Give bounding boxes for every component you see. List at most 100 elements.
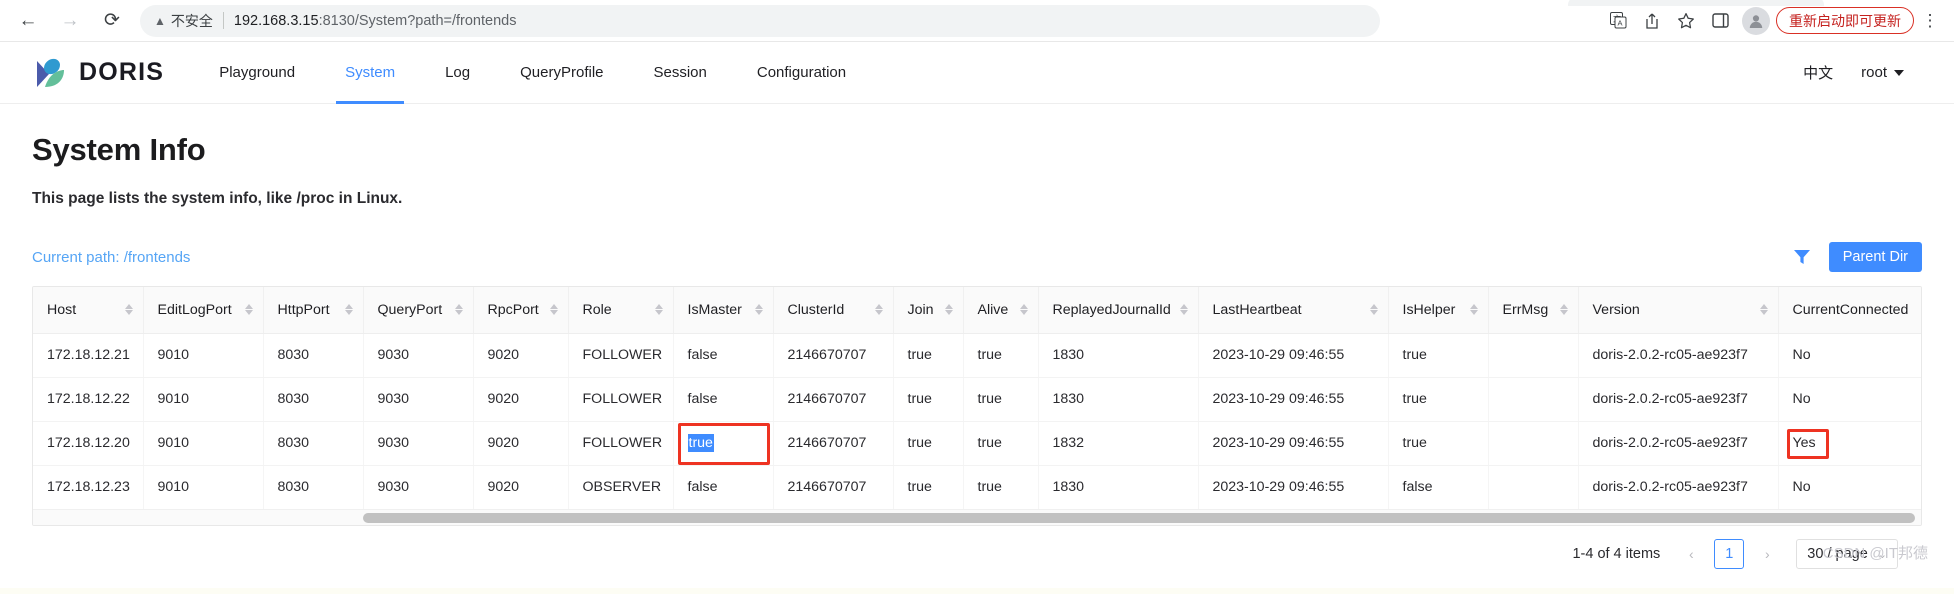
- kebab-menu-icon[interactable]: ⋮: [1916, 5, 1944, 37]
- chevron-left-icon[interactable]: ‹: [1678, 541, 1704, 567]
- column-header-label: IsMaster: [687, 301, 742, 318]
- sort-toggle-icon[interactable]: [1369, 304, 1378, 316]
- cell-version: doris-2.0.2-rc05-ae923f7: [1578, 333, 1779, 378]
- horizontal-scrollbar[interactable]: [33, 509, 1921, 525]
- column-header-label: HttpPort: [277, 301, 330, 318]
- sort-toggle-icon[interactable]: [1019, 304, 1028, 316]
- cell-version: doris-2.0.2-rc05-ae923f7: [1578, 465, 1779, 509]
- table-row: 172.18.12.20 9010 8030 9030 9020 FOLLOWER true…: [33, 421, 1921, 466]
- column-header-version[interactable]: Version: [1578, 287, 1779, 334]
- nav-tab-session[interactable]: Session: [629, 42, 732, 104]
- cell-ishelper: true: [1388, 377, 1489, 422]
- cell-queryport: 9030: [363, 421, 474, 466]
- parent-dir-button[interactable]: Parent Dir: [1828, 242, 1922, 272]
- sort-toggle-icon[interactable]: [754, 304, 763, 316]
- sort-toggle-icon[interactable]: [1469, 304, 1478, 316]
- share-icon[interactable]: [1636, 5, 1668, 37]
- page-number-1[interactable]: 1: [1714, 539, 1745, 569]
- column-header-label: CurrentConnected: [1792, 301, 1909, 318]
- sort-toggle-icon[interactable]: [124, 304, 133, 316]
- sort-toggle-icon[interactable]: [874, 304, 883, 316]
- cell-join: true: [893, 377, 964, 422]
- cell-rpcport: 9020: [473, 421, 569, 466]
- column-header-rpcport[interactable]: RpcPort: [473, 287, 569, 334]
- sort-toggle-icon[interactable]: [244, 304, 253, 316]
- cell-errmsg: [1488, 421, 1579, 466]
- nav-tab-playground[interactable]: Playground: [194, 42, 320, 104]
- nav-tab-system[interactable]: System: [320, 42, 420, 104]
- browser-toolbar: ← → ⟳ ▲ 不安全 192.168.3.15:8130/System?pat…: [0, 0, 1954, 42]
- column-header-ismaster[interactable]: IsMaster: [673, 287, 774, 334]
- side-panel-icon[interactable]: [1704, 5, 1736, 37]
- sort-toggle-icon[interactable]: [1179, 304, 1188, 316]
- cell-replayedjournalid: 1830: [1038, 465, 1199, 509]
- column-header-label: Version: [1592, 301, 1640, 318]
- chevron-right-icon[interactable]: ›: [1754, 541, 1780, 567]
- column-header-replayedjournalid[interactable]: ReplayedJournalId: [1038, 287, 1199, 334]
- filter-funnel-icon[interactable]: [1793, 249, 1811, 265]
- back-arrow-icon[interactable]: ←: [8, 4, 48, 38]
- sort-toggle-icon[interactable]: [454, 304, 463, 316]
- translate-icon[interactable]: 文 A: [1602, 5, 1634, 37]
- table-row: 172.18.12.21 9010 8030 9030 9020 FOLLOWER fals…: [33, 333, 1921, 378]
- current-path-link[interactable]: Current path: /frontends: [32, 249, 190, 266]
- user-label: root: [1861, 64, 1887, 81]
- cell-host: 172.18.12.23: [33, 465, 144, 509]
- nav-tab-queryprofile[interactable]: QueryProfile: [495, 42, 628, 104]
- nav-tab-log[interactable]: Log: [420, 42, 495, 104]
- column-header-editlogport[interactable]: EditLogPort: [143, 287, 264, 334]
- cell-ismaster: true: [673, 421, 774, 466]
- column-header-httpport[interactable]: HttpPort: [263, 287, 364, 334]
- cell-lastheartbeat: 2023-10-29 09:46:55: [1198, 421, 1389, 466]
- column-header-label: LastHeartbeat: [1212, 301, 1302, 318]
- column-header-host[interactable]: Host: [33, 287, 144, 334]
- avatar-icon[interactable]: [1742, 6, 1770, 35]
- sort-toggle-icon[interactable]: [944, 304, 953, 316]
- cell-role: OBSERVER: [568, 465, 674, 509]
- cell-rpcport: 9020: [473, 377, 569, 422]
- cell-rpcport: 9020: [473, 333, 569, 378]
- page-subtitle: This page lists the system info, like /p…: [32, 190, 403, 207]
- column-header-currentconnected[interactable]: CurrentConnected: [1778, 287, 1921, 334]
- column-header-alive[interactable]: Alive: [963, 287, 1039, 334]
- forward-arrow-icon[interactable]: →: [50, 4, 90, 38]
- column-header-join[interactable]: Join: [893, 287, 964, 334]
- doris-logo-icon: [37, 58, 64, 87]
- nav-tab-configuration[interactable]: Configuration: [732, 42, 871, 104]
- cell-join: true: [893, 333, 964, 378]
- reload-icon[interactable]: ⟳: [92, 4, 132, 38]
- cell-httpport: 8030: [263, 333, 364, 378]
- frontends-grid: Host EditLogPort HttpPort QueryPort RpcPort R…: [33, 287, 1921, 509]
- brand-logo[interactable]: DORIS: [28, 53, 164, 93]
- url-host: 192.168.3.15: [233, 12, 319, 29]
- sort-toggle-icon[interactable]: [344, 304, 353, 316]
- column-header-errmsg[interactable]: ErrMsg: [1488, 287, 1579, 334]
- cell-clusterid: 2146670707: [773, 421, 894, 466]
- sort-toggle-icon[interactable]: [1759, 304, 1768, 316]
- sort-toggle-icon[interactable]: [654, 304, 663, 316]
- cell-lastheartbeat: 2023-10-29 09:46:55: [1198, 333, 1389, 378]
- cell-alive: true: [963, 421, 1039, 466]
- user-menu[interactable]: root: [1861, 64, 1904, 81]
- column-header-ishelper[interactable]: IsHelper: [1388, 287, 1489, 334]
- scrollbar-thumb[interactable]: [363, 513, 1915, 523]
- cell-editlogport: 9010: [143, 421, 264, 466]
- language-switch[interactable]: 中文: [1803, 62, 1833, 83]
- column-header-label: ClusterId: [787, 301, 845, 318]
- cell-replayedjournalid: 1830: [1038, 377, 1199, 422]
- address-bar[interactable]: ▲ 不安全 192.168.3.15:8130/System?path=/fro…: [140, 4, 1380, 37]
- column-header-lastheartbeat[interactable]: LastHeartbeat: [1198, 287, 1389, 334]
- update-button[interactable]: 重新启动即可更新: [1776, 7, 1914, 34]
- column-header-label: Role: [582, 301, 612, 318]
- cell-join: true: [893, 421, 964, 466]
- cell-clusterid: 2146670707: [773, 465, 894, 509]
- sort-toggle-icon[interactable]: [549, 304, 558, 316]
- cell-lastheartbeat: 2023-10-29 09:46:55: [1198, 377, 1389, 422]
- cell-version: doris-2.0.2-rc05-ae923f7: [1578, 377, 1779, 422]
- sort-toggle-icon[interactable]: [1559, 304, 1568, 316]
- star-icon[interactable]: [1670, 5, 1702, 37]
- cell-httpport: 8030: [263, 377, 364, 422]
- column-header-queryport[interactable]: QueryPort: [363, 287, 474, 334]
- column-header-clusterid[interactable]: ClusterId: [773, 287, 894, 334]
- column-header-role[interactable]: Role: [568, 287, 674, 334]
